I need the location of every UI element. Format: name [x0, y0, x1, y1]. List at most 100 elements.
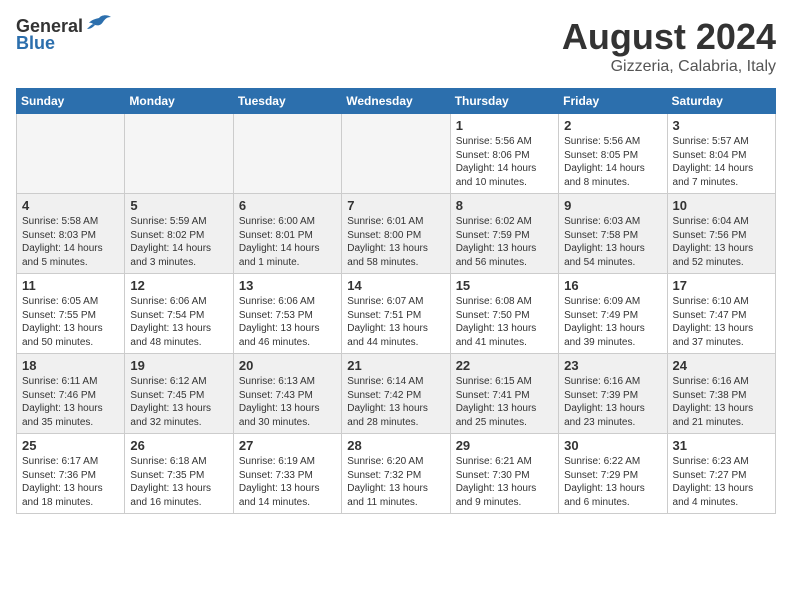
day-info: Sunrise: 5:58 AM Sunset: 8:03 PM Dayligh…: [22, 215, 119, 269]
day-number: 3: [673, 118, 770, 133]
day-info: Sunrise: 6:21 AM Sunset: 7:30 PM Dayligh…: [456, 455, 553, 509]
calendar-cell: 26 Sunrise: 6:18 AM Sunset: 7:35 PM Dayli…: [125, 434, 233, 514]
day-number: 28: [347, 438, 444, 453]
day-info: Sunrise: 5:56 AM Sunset: 8:06 PM Dayligh…: [456, 135, 553, 189]
day-info: Sunrise: 6:16 AM Sunset: 7:38 PM Dayligh…: [673, 375, 770, 429]
weekday-header-row: SundayMondayTuesdayWednesdayThursdayFrid…: [17, 89, 776, 114]
calendar-cell: 11Sunrise: 6:05 AM Sunset: 7:55 PM Dayli…: [17, 274, 125, 354]
calendar-cell: [125, 114, 233, 194]
day-info: Sunrise: 6:14 AM Sunset: 7:42 PM Dayligh…: [347, 375, 444, 429]
day-info: Sunrise: 6:10 AM Sunset: 7:47 PM Dayligh…: [673, 295, 770, 349]
calendar-cell: 3Sunrise: 5:57 AM Sunset: 8:04 PM Daylig…: [667, 114, 775, 194]
day-number: 26: [130, 438, 227, 453]
day-number: 14: [347, 278, 444, 293]
day-number: 16: [564, 278, 661, 293]
weekday-header-monday: Monday: [125, 89, 233, 114]
day-number: 8: [456, 198, 553, 213]
calendar-cell: 27 Sunrise: 6:19 AM Sunset: 7:33 PM Dayli…: [233, 434, 341, 514]
day-info: Sunrise: 6:08 AM Sunset: 7:50 PM Dayligh…: [456, 295, 553, 349]
day-number: 15: [456, 278, 553, 293]
day-number: 17: [673, 278, 770, 293]
day-number: 22: [456, 358, 553, 373]
calendar-cell: [233, 114, 341, 194]
logo: General Blue: [16, 16, 113, 54]
day-number: 1: [456, 118, 553, 133]
day-info: Sunrise: 5:59 AM Sunset: 8:02 PM Dayligh…: [130, 215, 227, 269]
calendar-cell: 18 Sunrise: 6:11 AM Sunset: 7:46 PM Dayli…: [17, 354, 125, 434]
day-info: Sunrise: 6:01 AM Sunset: 8:00 PM Dayligh…: [347, 215, 444, 269]
week-row-5: 25 Sunrise: 6:17 AM Sunset: 7:36 PM Dayli…: [17, 434, 776, 514]
calendar-cell: 7 Sunrise: 6:01 AM Sunset: 8:00 PM Daylig…: [342, 194, 450, 274]
calendar-cell: 31 Sunrise: 6:23 AM Sunset: 7:27 PM Dayli…: [667, 434, 775, 514]
weekday-header-tuesday: Tuesday: [233, 89, 341, 114]
week-row-4: 18 Sunrise: 6:11 AM Sunset: 7:46 PM Dayli…: [17, 354, 776, 434]
day-info: Sunrise: 6:00 AM Sunset: 8:01 PM Dayligh…: [239, 215, 336, 269]
day-number: 25: [22, 438, 119, 453]
weekday-header-thursday: Thursday: [450, 89, 558, 114]
day-info: Sunrise: 6:09 AM Sunset: 7:49 PM Dayligh…: [564, 295, 661, 349]
day-info: Sunrise: 6:16 AM Sunset: 7:39 PM Dayligh…: [564, 375, 661, 429]
calendar-cell: 23 Sunrise: 6:16 AM Sunset: 7:39 PM Dayli…: [559, 354, 667, 434]
day-number: 23: [564, 358, 661, 373]
day-number: 20: [239, 358, 336, 373]
calendar-cell: 17 Sunrise: 6:10 AM Sunset: 7:47 PM Dayli…: [667, 274, 775, 354]
day-number: 27: [239, 438, 336, 453]
calendar-cell: 15 Sunrise: 6:08 AM Sunset: 7:50 PM Dayli…: [450, 274, 558, 354]
calendar-cell: 9Sunrise: 6:03 AM Sunset: 7:58 PM Daylig…: [559, 194, 667, 274]
calendar-cell: 14Sunrise: 6:07 AM Sunset: 7:51 PM Dayli…: [342, 274, 450, 354]
weekday-header-wednesday: Wednesday: [342, 89, 450, 114]
calendar-title: August 2024: [562, 16, 776, 58]
day-number: 2: [564, 118, 661, 133]
day-info: Sunrise: 6:15 AM Sunset: 7:41 PM Dayligh…: [456, 375, 553, 429]
day-info: Sunrise: 6:23 AM Sunset: 7:27 PM Dayligh…: [673, 455, 770, 509]
calendar-cell: [17, 114, 125, 194]
title-block: August 2024 Gizzeria, Calabria, Italy: [562, 16, 776, 76]
calendar-cell: 24 Sunrise: 6:16 AM Sunset: 7:38 PM Dayli…: [667, 354, 775, 434]
day-info: Sunrise: 6:11 AM Sunset: 7:46 PM Dayligh…: [22, 375, 119, 429]
day-number: 29: [456, 438, 553, 453]
day-number: 5: [130, 198, 227, 213]
day-number: 12: [130, 278, 227, 293]
day-number: 9: [564, 198, 661, 213]
calendar-cell: [342, 114, 450, 194]
calendar-table: SundayMondayTuesdayWednesdayThursdayFrid…: [16, 88, 776, 514]
week-row-3: 11Sunrise: 6:05 AM Sunset: 7:55 PM Dayli…: [17, 274, 776, 354]
day-number: 7: [347, 198, 444, 213]
day-info: Sunrise: 6:18 AM Sunset: 7:35 PM Dayligh…: [130, 455, 227, 509]
day-number: 19: [130, 358, 227, 373]
day-info: Sunrise: 6:06 AM Sunset: 7:54 PM Dayligh…: [130, 295, 227, 349]
day-info: Sunrise: 6:02 AM Sunset: 7:59 PM Dayligh…: [456, 215, 553, 269]
calendar-cell: 16 Sunrise: 6:09 AM Sunset: 7:49 PM Dayli…: [559, 274, 667, 354]
day-number: 6: [239, 198, 336, 213]
calendar-cell: 20 Sunrise: 6:13 AM Sunset: 7:43 PM Dayli…: [233, 354, 341, 434]
calendar-cell: 21 Sunrise: 6:14 AM Sunset: 7:42 PM Dayli…: [342, 354, 450, 434]
day-number: 11: [22, 278, 119, 293]
calendar-cell: 19Sunrise: 6:12 AM Sunset: 7:45 PM Dayli…: [125, 354, 233, 434]
day-info: Sunrise: 6:19 AM Sunset: 7:33 PM Dayligh…: [239, 455, 336, 509]
day-number: 31: [673, 438, 770, 453]
day-number: 10: [673, 198, 770, 213]
calendar-cell: 13Sunrise: 6:06 AM Sunset: 7:53 PM Dayli…: [233, 274, 341, 354]
calendar-cell: 6 Sunrise: 6:00 AM Sunset: 8:01 PM Daylig…: [233, 194, 341, 274]
day-number: 30: [564, 438, 661, 453]
day-info: Sunrise: 5:56 AM Sunset: 8:05 PM Dayligh…: [564, 135, 661, 189]
day-number: 4: [22, 198, 119, 213]
logo-blue-text: Blue: [16, 33, 55, 54]
day-number: 21: [347, 358, 444, 373]
calendar-cell: 28 Sunrise: 6:20 AM Sunset: 7:32 PM Dayli…: [342, 434, 450, 514]
logo-bird-icon: [85, 14, 113, 36]
week-row-2: 4 Sunrise: 5:58 AM Sunset: 8:03 PM Daylig…: [17, 194, 776, 274]
day-number: 18: [22, 358, 119, 373]
calendar-cell: 30 Sunrise: 6:22 AM Sunset: 7:29 PM Dayli…: [559, 434, 667, 514]
day-info: Sunrise: 6:06 AM Sunset: 7:53 PM Dayligh…: [239, 295, 336, 349]
calendar-cell: 22 Sunrise: 6:15 AM Sunset: 7:41 PM Dayli…: [450, 354, 558, 434]
day-info: Sunrise: 6:20 AM Sunset: 7:32 PM Dayligh…: [347, 455, 444, 509]
calendar-cell: 12 Sunrise: 6:06 AM Sunset: 7:54 PM Dayli…: [125, 274, 233, 354]
day-info: Sunrise: 6:17 AM Sunset: 7:36 PM Dayligh…: [22, 455, 119, 509]
day-info: Sunrise: 6:22 AM Sunset: 7:29 PM Dayligh…: [564, 455, 661, 509]
calendar-cell: 4 Sunrise: 5:58 AM Sunset: 8:03 PM Daylig…: [17, 194, 125, 274]
day-info: Sunrise: 6:13 AM Sunset: 7:43 PM Dayligh…: [239, 375, 336, 429]
weekday-header-saturday: Saturday: [667, 89, 775, 114]
calendar-cell: 8 Sunrise: 6:02 AM Sunset: 7:59 PM Daylig…: [450, 194, 558, 274]
day-number: 24: [673, 358, 770, 373]
